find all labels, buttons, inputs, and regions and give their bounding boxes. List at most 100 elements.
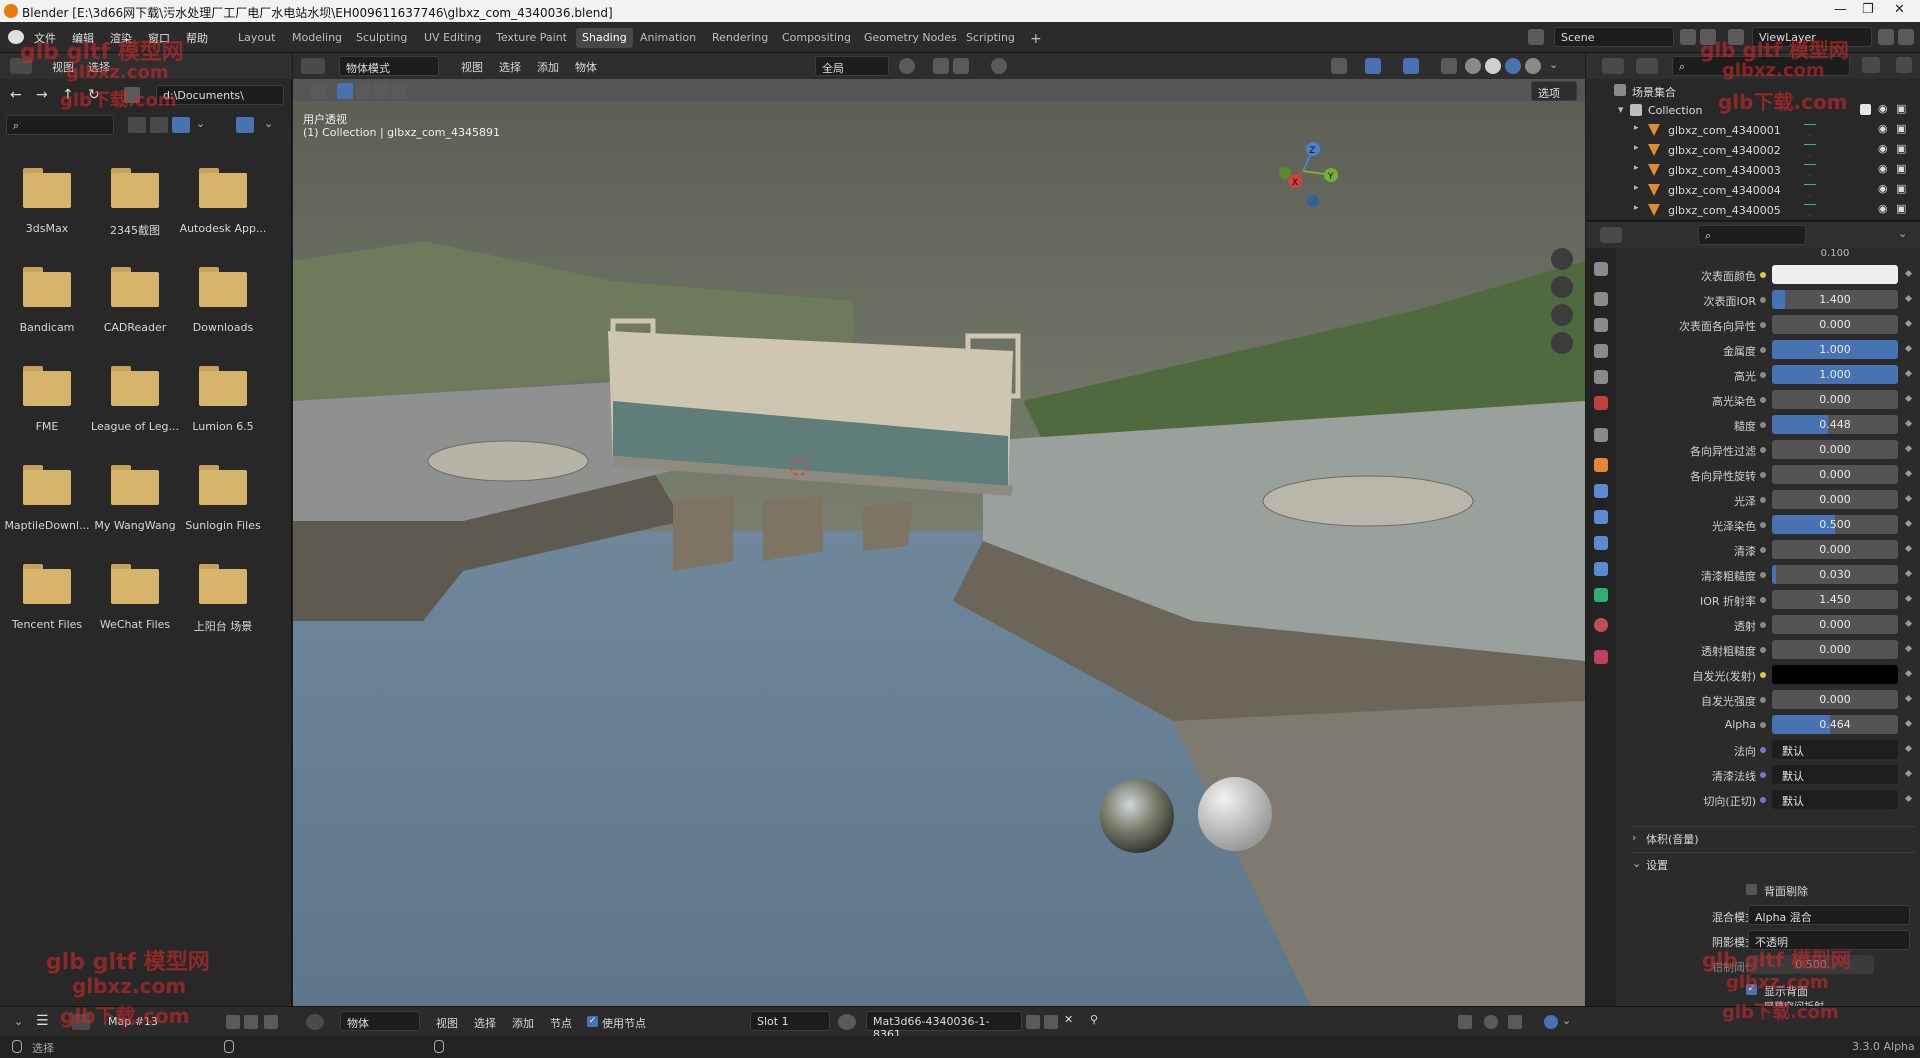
file-item[interactable]: MaptileDownl... bbox=[2, 453, 92, 548]
tab-scripting[interactable]: Scripting bbox=[960, 28, 1021, 48]
path-field[interactable]: d:\Documents\ bbox=[156, 85, 284, 105]
display-settings-chevron-icon[interactable]: ⌄ bbox=[196, 117, 205, 130]
shadow-mode-dropdown[interactable]: 不透明 bbox=[1748, 930, 1910, 950]
value-slider[interactable]: 0.464 bbox=[1772, 715, 1898, 734]
socket-dot-icon[interactable] bbox=[1760, 347, 1766, 353]
tab-layout[interactable]: Layout bbox=[232, 28, 281, 48]
file-item[interactable]: Bandicam bbox=[2, 255, 92, 350]
material-duplicate-icon[interactable] bbox=[1044, 1015, 1058, 1029]
xray-icon[interactable] bbox=[1441, 58, 1457, 74]
editor-type-icon[interactable] bbox=[10, 58, 32, 74]
node-parent-icon[interactable] bbox=[1458, 1015, 1472, 1029]
outliner-editor-type-icon[interactable] bbox=[1602, 58, 1624, 74]
file-item[interactable]: My WangWang bbox=[90, 453, 180, 548]
keyframe-icon[interactable] bbox=[1904, 744, 1913, 753]
socket-dot-icon[interactable] bbox=[1760, 397, 1766, 403]
show-backface-row[interactable]: ✓ 显示背面 bbox=[1746, 981, 1916, 999]
file-item[interactable]: League of Leg... bbox=[90, 354, 180, 449]
select-extend-icon[interactable] bbox=[355, 83, 371, 99]
vector-default-field[interactable]: 默认 bbox=[1772, 790, 1898, 809]
socket-dot-icon[interactable] bbox=[1760, 797, 1766, 803]
file-item[interactable]: Sunlogin Files bbox=[178, 453, 268, 548]
color-swatch[interactable] bbox=[1772, 665, 1898, 684]
socket-dot-icon[interactable] bbox=[1760, 622, 1766, 628]
socket-dot-icon[interactable] bbox=[1760, 472, 1766, 478]
add-workspace-icon[interactable]: + bbox=[1024, 28, 1048, 48]
delete-scene-icon[interactable] bbox=[1700, 29, 1716, 45]
scene-collection-row[interactable]: 场景集合 bbox=[1586, 81, 1920, 101]
modifier-tab-icon[interactable] bbox=[1594, 484, 1608, 498]
use-nodes-checkbox[interactable]: ✓ bbox=[587, 1016, 598, 1027]
keyframe-icon[interactable] bbox=[1904, 594, 1913, 603]
view-layer-icon[interactable] bbox=[1728, 29, 1744, 45]
menu-help[interactable]: 帮助 bbox=[186, 30, 208, 46]
socket-dot-icon[interactable] bbox=[1760, 422, 1766, 428]
expand-chevron-icon[interactable]: ▸ bbox=[1634, 183, 1639, 193]
vp-menu-view[interactable]: 视图 bbox=[461, 59, 483, 75]
blend-mode-dropdown[interactable]: Alpha 混合 bbox=[1748, 905, 1910, 925]
value-slider[interactable]: 0.000 bbox=[1772, 440, 1898, 459]
view-layer-tab-icon[interactable] bbox=[1594, 344, 1608, 358]
mesh-data-icon[interactable] bbox=[1804, 164, 1816, 176]
3d-viewport[interactable]: 物体模式 视图 选择 添加 物体 全局 ⌄ 选项 Z Y X 用户透视 (1) … bbox=[293, 53, 1585, 1011]
camera-icon[interactable]: ▣ bbox=[1896, 102, 1906, 115]
physics-tab-icon[interactable] bbox=[1594, 536, 1608, 550]
file-item[interactable]: FME bbox=[2, 354, 92, 449]
expand-chevron-icon[interactable]: ▸ bbox=[1634, 143, 1639, 153]
value-slider[interactable]: 0.500 bbox=[1772, 515, 1898, 534]
mesh-data-icon[interactable] bbox=[1804, 144, 1816, 156]
value-slider[interactable]: 0.448 bbox=[1772, 415, 1898, 434]
socket-dot-icon[interactable] bbox=[1760, 522, 1766, 528]
vertical-list-icon[interactable] bbox=[128, 117, 146, 133]
keyframe-icon[interactable] bbox=[1904, 419, 1913, 428]
keyframe-icon[interactable] bbox=[1904, 344, 1913, 353]
file-item[interactable]: Tencent Files bbox=[2, 552, 92, 647]
vector-default-field[interactable]: 默认 bbox=[1772, 765, 1898, 784]
select-subtract-icon[interactable] bbox=[373, 83, 389, 99]
menu-edit[interactable]: 编辑 bbox=[72, 30, 94, 46]
outliner-object-row[interactable]: ▸ glbxz_com_4340002 ◉ ▣ bbox=[1586, 141, 1920, 161]
keyframe-icon[interactable] bbox=[1904, 619, 1913, 628]
material-slot-dropdown[interactable]: Slot 1 bbox=[750, 1011, 830, 1031]
keyframe-icon[interactable] bbox=[1904, 444, 1913, 453]
collection-checkbox[interactable] bbox=[1860, 104, 1871, 115]
ne-menu-view[interactable]: 视图 bbox=[436, 1015, 458, 1031]
value-slider[interactable]: 0.000 bbox=[1772, 315, 1898, 334]
camera-icon[interactable]: ▣ bbox=[1896, 162, 1906, 175]
file-item[interactable]: 2345截图 bbox=[90, 156, 180, 251]
select-new-icon[interactable] bbox=[337, 83, 353, 99]
backface-culling-checkbox[interactable] bbox=[1746, 884, 1757, 895]
properties-search-input[interactable]: ⌕ bbox=[1698, 225, 1806, 245]
collapse-chevron-icon[interactable]: ▾ bbox=[1618, 103, 1624, 116]
object-mode-dropdown[interactable]: 物体模式 bbox=[339, 56, 439, 76]
tab-compositing[interactable]: Compositing bbox=[776, 28, 857, 48]
blender-menu-icon[interactable] bbox=[8, 30, 24, 44]
transform-orientation-dropdown[interactable]: 全局 bbox=[815, 56, 889, 76]
world-tab-icon[interactable] bbox=[1594, 396, 1608, 410]
shader-object-dropdown[interactable]: 物体 bbox=[340, 1011, 420, 1031]
camera-icon[interactable]: ▣ bbox=[1896, 182, 1906, 195]
keyframe-icon[interactable] bbox=[1904, 469, 1913, 478]
zoom-icon[interactable] bbox=[1551, 248, 1573, 270]
socket-dot-icon[interactable] bbox=[1760, 497, 1766, 503]
pivot-point-icon[interactable] bbox=[899, 58, 915, 74]
outliner-object-row[interactable]: ▸ glbxz_com_4340003 ◉ ▣ bbox=[1586, 161, 1920, 181]
shader-editor-type-icon[interactable] bbox=[306, 1014, 324, 1030]
keyframe-icon[interactable] bbox=[1904, 294, 1913, 303]
file-item[interactable]: 上阳台 场景 bbox=[178, 552, 268, 647]
ortho-toggle-icon[interactable] bbox=[1551, 332, 1573, 354]
node-snap-target-icon[interactable] bbox=[1508, 1015, 1522, 1029]
render-tab-icon[interactable] bbox=[1594, 292, 1608, 306]
new-folder-icon[interactable] bbox=[124, 87, 140, 103]
value-slider[interactable]: 0.000 bbox=[1772, 390, 1898, 409]
tab-geometry-nodes[interactable]: Geometry Nodes bbox=[858, 28, 963, 48]
tab-animation[interactable]: Animation bbox=[634, 28, 702, 48]
horizontal-list-icon[interactable] bbox=[150, 117, 168, 133]
mesh-data-icon[interactable] bbox=[1804, 204, 1816, 216]
scene-selector[interactable]: Scene bbox=[1554, 27, 1674, 47]
vp-menu-object[interactable]: 物体 bbox=[575, 59, 597, 75]
snap-target-icon[interactable] bbox=[953, 58, 969, 74]
keyframe-icon[interactable] bbox=[1904, 769, 1913, 778]
vp-menu-select[interactable]: 选择 bbox=[499, 59, 521, 75]
wireframe-shading-icon[interactable] bbox=[1465, 58, 1481, 74]
